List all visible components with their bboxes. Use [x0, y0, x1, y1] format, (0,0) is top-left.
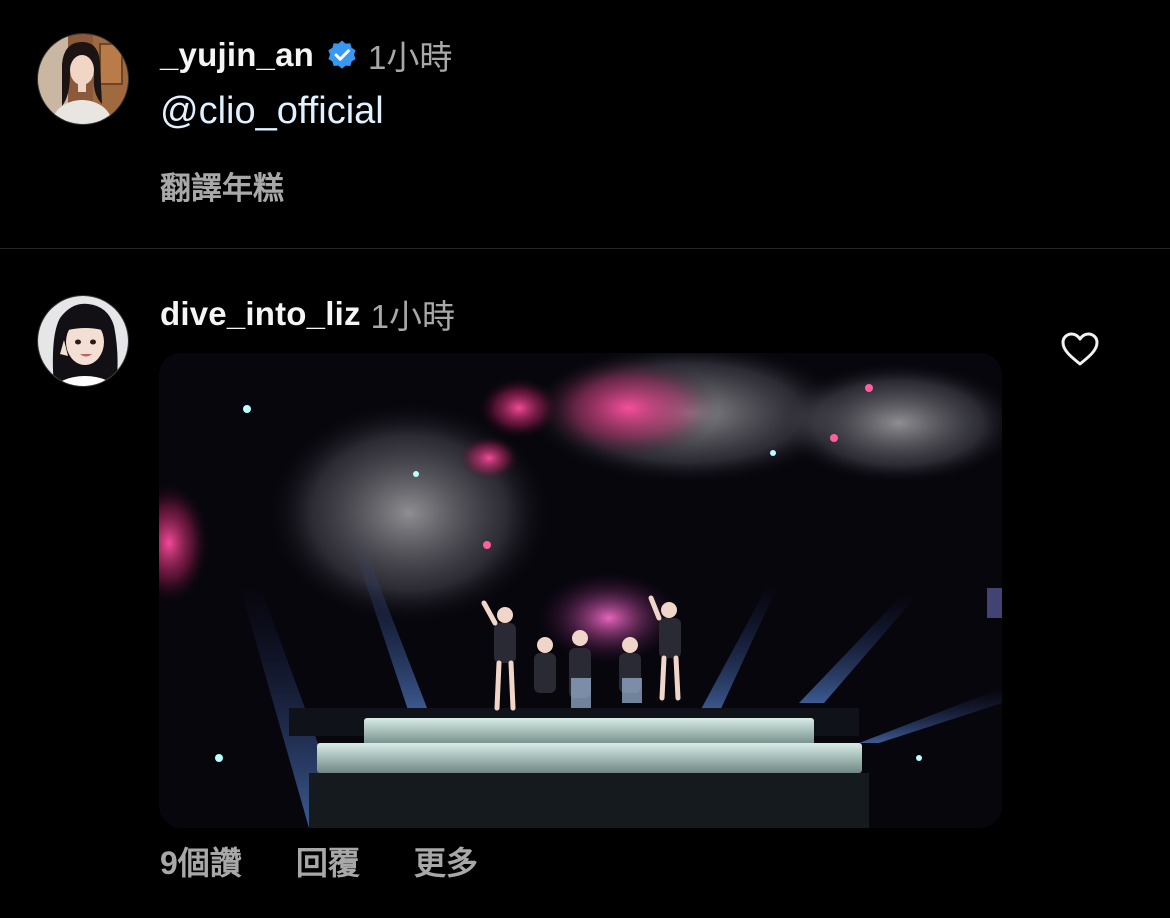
- more-button[interactable]: 更多: [414, 838, 478, 884]
- comment-item: _yujin_an 1小時 @clio_official 翻譯年糕: [0, 0, 1170, 248]
- comment-header: dive_into_liz 1小時: [160, 293, 455, 335]
- comment-header: _yujin_an 1小時: [160, 34, 452, 76]
- mention-link[interactable]: @clio_official: [160, 90, 384, 133]
- reply-button[interactable]: 回覆: [296, 838, 360, 884]
- likes-count[interactable]: 9個讚: [160, 838, 242, 884]
- avatar[interactable]: [37, 33, 129, 125]
- username[interactable]: dive_into_liz: [160, 295, 361, 333]
- verified-badge-icon: [326, 39, 358, 71]
- timestamp: 1小時: [368, 39, 453, 76]
- avatar-photo: [38, 296, 128, 386]
- gif-image: [159, 353, 1002, 828]
- comment-item: dive_into_liz 1小時 9個讚 回覆 更多: [0, 249, 1170, 918]
- timestamp: 1小時: [370, 298, 456, 335]
- comment-actions: 9個讚 回覆 更多: [160, 841, 478, 881]
- heart-outline-icon[interactable]: [1060, 331, 1100, 367]
- translate-button[interactable]: 翻譯年糕: [160, 163, 284, 208]
- avatar-photo: [38, 34, 128, 124]
- username[interactable]: _yujin_an: [160, 36, 314, 74]
- avatar[interactable]: [37, 295, 129, 387]
- gif-media[interactable]: [159, 353, 1002, 828]
